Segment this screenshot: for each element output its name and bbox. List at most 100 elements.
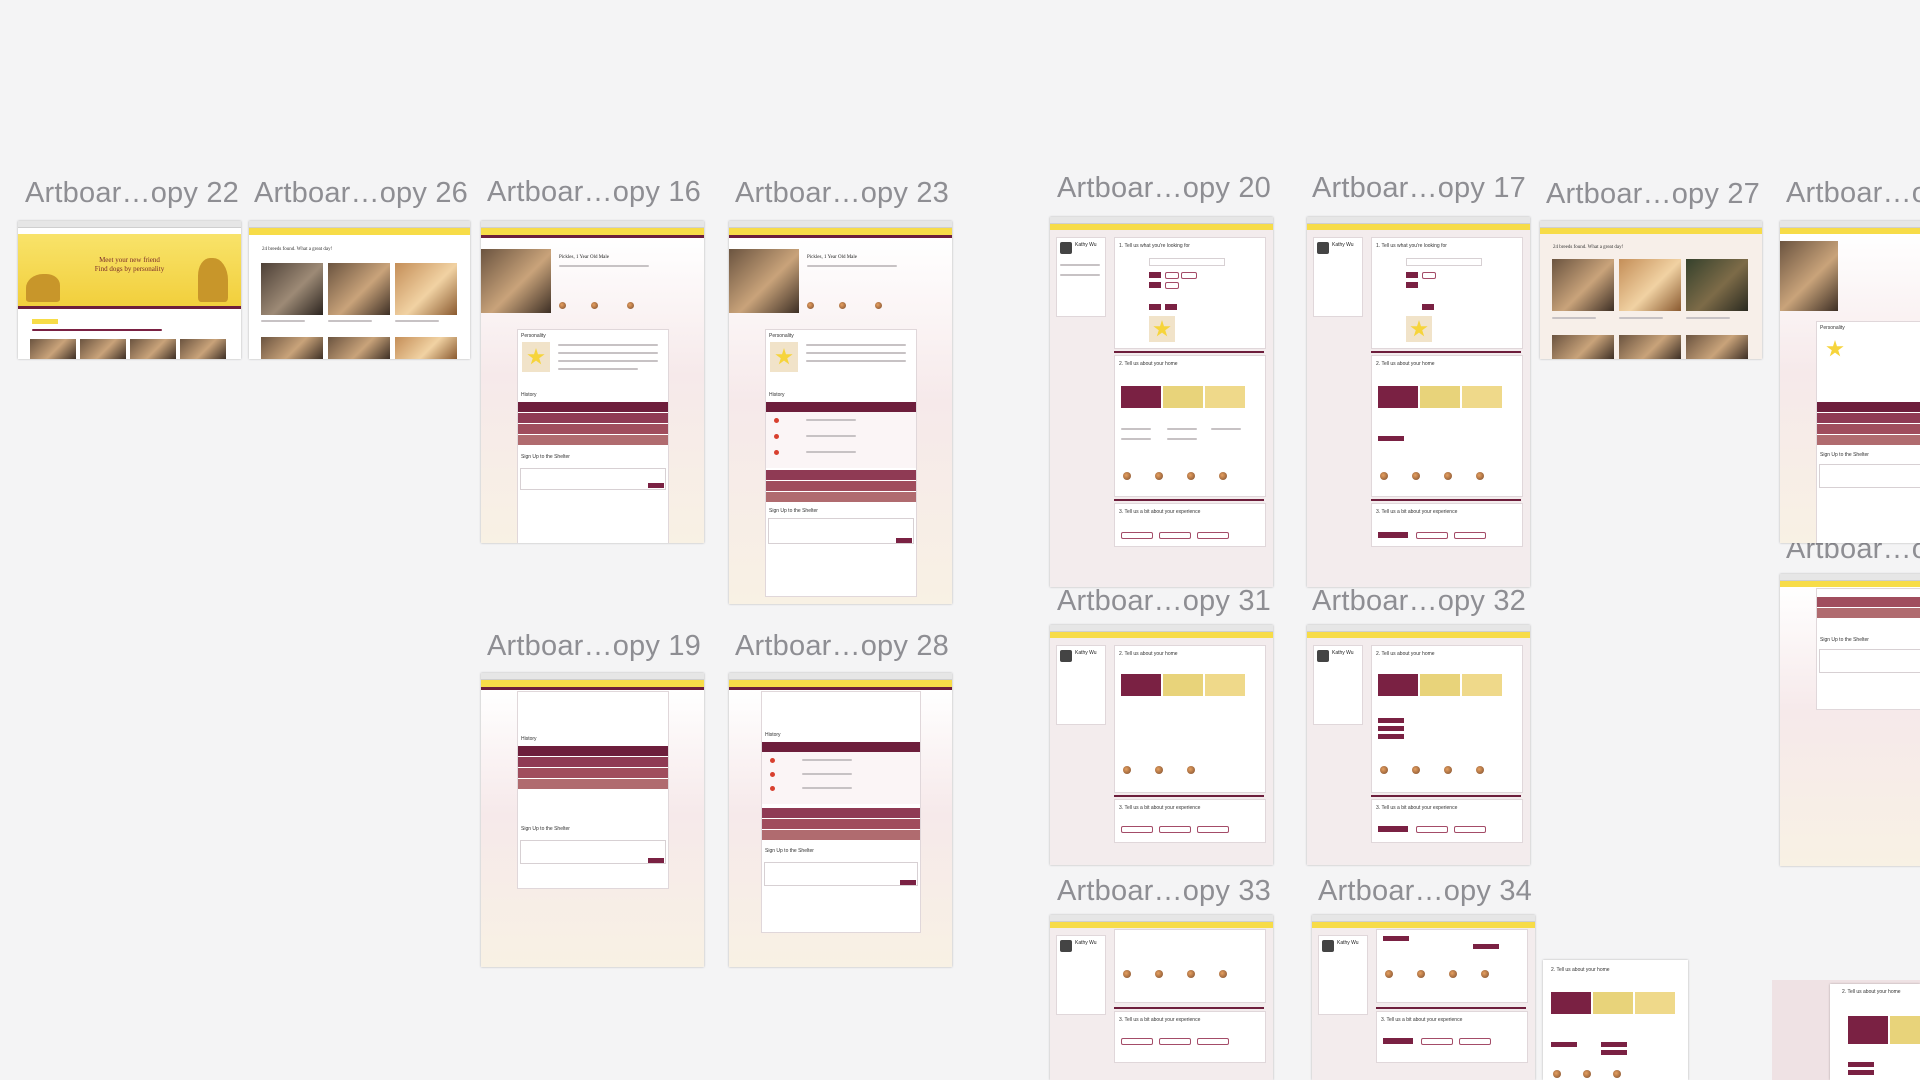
home-option[interactable] <box>1163 386 1203 408</box>
pet-avatar[interactable] <box>1123 970 1131 978</box>
pet-avatar[interactable] <box>1219 970 1227 978</box>
history-row[interactable] <box>762 819 920 829</box>
breed-select[interactable] <box>1149 258 1225 266</box>
artboard-label-26[interactable]: Artboar…opy 26 <box>254 177 468 210</box>
option-selected[interactable] <box>1378 718 1404 723</box>
history-row[interactable] <box>762 808 920 818</box>
artboard-31[interactable]: Kathy Wu 2. Tell us about your home 3. T… <box>1050 625 1273 865</box>
history-row[interactable] <box>518 402 668 412</box>
artboard-17[interactable]: Kathy Wu 1. Tell us what you're looking … <box>1307 217 1530 587</box>
home-option[interactable] <box>1420 386 1460 408</box>
option-selected[interactable] <box>1601 1050 1627 1055</box>
pet-avatar[interactable] <box>1187 766 1195 774</box>
history-row[interactable] <box>518 435 668 445</box>
artboard-label-34[interactable]: Artboar…opy 34 <box>1318 875 1532 908</box>
option-selected[interactable] <box>1422 304 1434 310</box>
history-row-expanded[interactable] <box>762 742 920 752</box>
experience-option[interactable] <box>1416 826 1448 833</box>
artboard-label-27[interactable]: Artboar…opy 27 <box>1546 178 1760 211</box>
experience-option[interactable] <box>1159 1038 1191 1045</box>
option-selected[interactable] <box>1406 272 1418 278</box>
option-selected[interactable] <box>1149 304 1161 310</box>
history-row[interactable] <box>518 768 668 778</box>
home-option[interactable] <box>1420 674 1460 696</box>
option-selected[interactable] <box>1378 734 1404 739</box>
artboard-20[interactable]: Kathy Wu 1. Tell us what you're looking … <box>1050 217 1273 587</box>
pet-avatar[interactable] <box>1481 970 1489 978</box>
pet-avatar[interactable] <box>1123 766 1131 774</box>
artboard-26[interactable]: 24 breeds found. What a great day! <box>249 221 470 359</box>
signup-textarea[interactable] <box>768 518 914 544</box>
pet-avatar[interactable] <box>1412 472 1420 480</box>
experience-option-selected[interactable] <box>1383 1038 1413 1044</box>
home-option[interactable] <box>1121 674 1161 696</box>
experience-option[interactable] <box>1416 532 1448 539</box>
option[interactable] <box>1181 272 1197 279</box>
experience-option[interactable] <box>1421 1038 1453 1045</box>
home-option[interactable] <box>1121 386 1161 408</box>
pet-avatar[interactable] <box>1476 766 1484 774</box>
pet-avatar[interactable] <box>1385 970 1393 978</box>
artboard-partial-mid[interactable]: Sign Up to the Shelter <box>1780 574 1920 866</box>
history-row-expanded[interactable] <box>766 402 916 412</box>
history-row[interactable] <box>1817 597 1920 607</box>
home-option[interactable] <box>1163 674 1203 696</box>
home-option[interactable] <box>1205 386 1245 408</box>
artboard-27[interactable]: 24 breeds found. What a great day! <box>1540 221 1762 359</box>
option-selected[interactable] <box>1406 282 1418 288</box>
signup-textarea[interactable] <box>520 468 666 490</box>
artboard-partial-bottom[interactable]: 2. Tell us about your home <box>1830 984 1920 1080</box>
experience-option[interactable] <box>1121 826 1153 833</box>
option-selected[interactable] <box>1383 936 1409 941</box>
history-row[interactable] <box>1817 413 1920 423</box>
history-row[interactable] <box>518 746 668 756</box>
artboard-23[interactable]: Pickles, 1 Year Old Male Personality His… <box>729 221 952 604</box>
pet-avatar[interactable] <box>1553 1070 1561 1078</box>
history-row[interactable] <box>518 757 668 767</box>
option-selected[interactable] <box>1473 944 1499 949</box>
option-selected[interactable] <box>1378 436 1404 441</box>
home-option[interactable] <box>1890 1016 1920 1044</box>
artboard-label-23[interactable]: Artboar…opy 23 <box>735 177 949 210</box>
signup-textarea[interactable] <box>1819 464 1920 488</box>
pet-avatar[interactable] <box>1417 970 1425 978</box>
artboard-label-19[interactable]: Artboar…opy 19 <box>487 630 701 663</box>
pet-avatar[interactable] <box>1583 1070 1591 1078</box>
experience-option[interactable] <box>1454 532 1486 539</box>
experience-option[interactable] <box>1454 826 1486 833</box>
home-option[interactable] <box>1462 386 1502 408</box>
pet-avatar[interactable] <box>1380 472 1388 480</box>
signup-textarea[interactable] <box>520 840 666 864</box>
experience-option[interactable] <box>1197 1038 1229 1045</box>
home-option[interactable] <box>1378 386 1418 408</box>
experience-option[interactable] <box>1159 826 1191 833</box>
artboard-34[interactable]: Kathy Wu 3. Tell us a bit about your exp… <box>1312 915 1535 1080</box>
experience-option[interactable] <box>1459 1038 1491 1045</box>
experience-option[interactable] <box>1159 532 1191 539</box>
pet-avatar[interactable] <box>1449 970 1457 978</box>
home-option[interactable] <box>1551 992 1591 1014</box>
option-selected[interactable] <box>1848 1070 1874 1075</box>
submit-button[interactable] <box>896 538 912 543</box>
pet-avatar[interactable] <box>1444 472 1452 480</box>
artboard-label-20[interactable]: Artboar…opy 20 <box>1057 172 1271 205</box>
home-option[interactable] <box>1848 1016 1888 1044</box>
artboard-16[interactable]: Pickles, 1 Year Old Male Personality His… <box>481 221 704 543</box>
history-row[interactable] <box>766 470 916 480</box>
artboard-label-17[interactable]: Artboar…opy 17 <box>1312 172 1526 205</box>
pet-avatar[interactable] <box>1380 766 1388 774</box>
artboard-label-22[interactable]: Artboar…opy 22 <box>25 177 239 210</box>
artboard-33[interactable]: Kathy Wu 3. Tell us a bit about your exp… <box>1050 915 1273 1080</box>
experience-option-selected[interactable] <box>1378 532 1408 538</box>
cta-pill[interactable] <box>32 319 58 324</box>
history-row[interactable] <box>518 424 668 434</box>
submit-button[interactable] <box>900 880 916 885</box>
option-selected[interactable] <box>1149 282 1161 288</box>
artboard-32[interactable]: Kathy Wu 2. Tell us about your home 3. T… <box>1307 625 1530 865</box>
pet-avatar[interactable] <box>1613 1070 1621 1078</box>
submit-button[interactable] <box>648 483 664 488</box>
pet-avatar[interactable] <box>1155 472 1163 480</box>
home-option[interactable] <box>1205 674 1245 696</box>
signup-textarea[interactable] <box>764 862 918 886</box>
option-selected[interactable] <box>1165 304 1177 310</box>
